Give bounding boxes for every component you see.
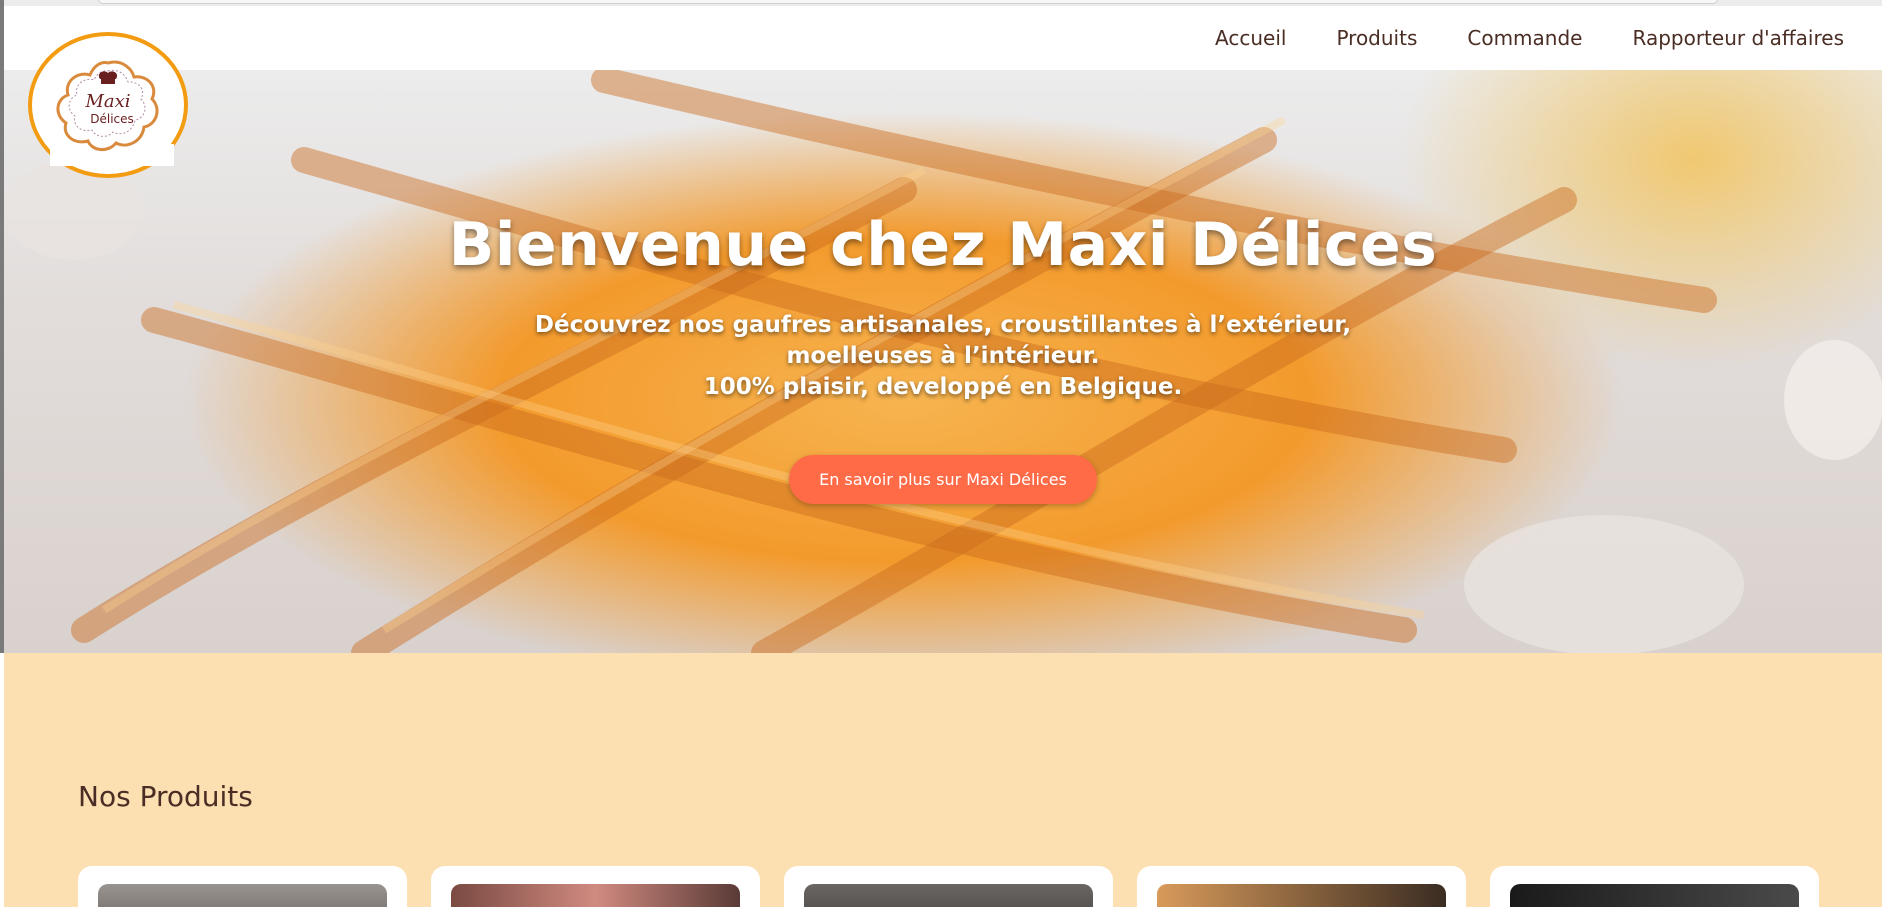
product-card[interactable] [78, 866, 407, 907]
hero-subtitle-line2: moelleuses à l’intérieur. [786, 343, 1100, 369]
learn-more-button[interactable]: En savoir plus sur Maxi Délices [789, 455, 1097, 504]
product-image [98, 884, 387, 907]
hero-title: Bienvenue chez Maxi Délices [448, 210, 1438, 280]
nav-link-commande[interactable]: Commande [1467, 26, 1582, 50]
address-bar [98, 0, 1718, 4]
products-title: Nos Produits [78, 780, 253, 813]
product-image [1510, 884, 1799, 907]
product-image [1157, 884, 1446, 907]
product-image [804, 884, 1093, 907]
logo-text-line2: Délices [90, 112, 134, 126]
product-card[interactable] [1137, 866, 1466, 907]
nav-link-produits[interactable]: Produits [1336, 26, 1417, 50]
hero-subtitle: Découvrez nos gaufres artisanales, crous… [535, 310, 1351, 403]
product-image [451, 884, 740, 907]
nav-link-rapporteur[interactable]: Rapporteur d'affaires [1632, 26, 1844, 50]
product-card[interactable] [431, 866, 760, 907]
navbar: Accueil Produits Commande Rapporteur d'a… [4, 6, 1882, 70]
product-card[interactable] [1490, 866, 1819, 907]
logo-badge-icon: Maxi Délices [56, 60, 159, 151]
products-section: Nos Produits [4, 653, 1882, 907]
product-card[interactable] [784, 866, 1113, 907]
site-logo[interactable]: Maxi Délices [28, 32, 188, 178]
hero-subtitle-line3: 100% plaisir, developpé en Belgique. [703, 374, 1183, 400]
nav-link-accueil[interactable]: Accueil [1215, 26, 1286, 50]
logo-text-line1: Maxi [84, 91, 130, 112]
hero-subtitle-line1: Découvrez nos gaufres artisanales, crous… [534, 312, 1352, 338]
product-cards [78, 866, 1819, 907]
hero-banner: Bienvenue chez Maxi Délices Découvrez no… [4, 70, 1882, 653]
